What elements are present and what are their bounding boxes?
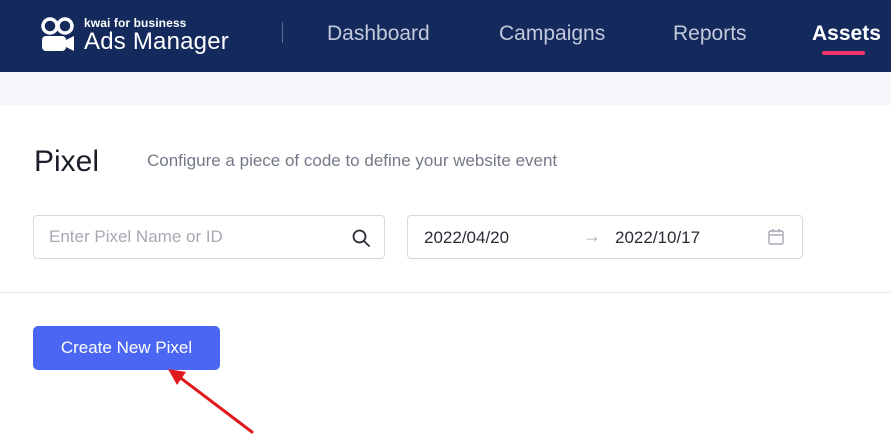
nav-reports[interactable]: Reports bbox=[673, 22, 747, 46]
section-divider bbox=[0, 292, 891, 293]
page-subtitle: Configure a piece of code to define your… bbox=[147, 151, 558, 170]
calendar-icon[interactable] bbox=[767, 228, 785, 246]
logo-subtitle: kwai for business bbox=[84, 15, 187, 30]
logo-text: kwai for business Ads Manager bbox=[84, 17, 229, 54]
top-navigation-bar: kwai for business Ads Manager Dashboard … bbox=[0, 0, 891, 72]
nav-divider bbox=[282, 22, 283, 43]
create-new-pixel-button[interactable]: Create New Pixel bbox=[33, 326, 220, 370]
nav-assets[interactable]: Assets bbox=[812, 22, 881, 46]
logo-title: Ads Manager bbox=[84, 27, 229, 55]
kwai-ads-manager-logo[interactable]: kwai for business Ads Manager bbox=[40, 14, 229, 56]
date-range-picker[interactable]: 2022/04/20 → 2022/10/17 bbox=[407, 215, 803, 259]
date-end[interactable]: 2022/10/17 bbox=[615, 228, 700, 248]
page-title: Pixel bbox=[34, 145, 100, 178]
kwai-logo-icon bbox=[41, 17, 74, 51]
nav-dashboard[interactable]: Dashboard bbox=[327, 22, 430, 46]
pixel-search-input[interactable] bbox=[49, 216, 339, 258]
page-header-band bbox=[0, 72, 891, 105]
active-nav-indicator bbox=[822, 51, 865, 55]
date-range-arrow-icon: → bbox=[583, 226, 601, 246]
search-icon[interactable] bbox=[351, 228, 371, 248]
pixel-search-field[interactable] bbox=[33, 215, 385, 259]
date-start[interactable]: 2022/04/20 bbox=[424, 228, 509, 248]
nav-campaigns[interactable]: Campaigns bbox=[499, 22, 605, 46]
